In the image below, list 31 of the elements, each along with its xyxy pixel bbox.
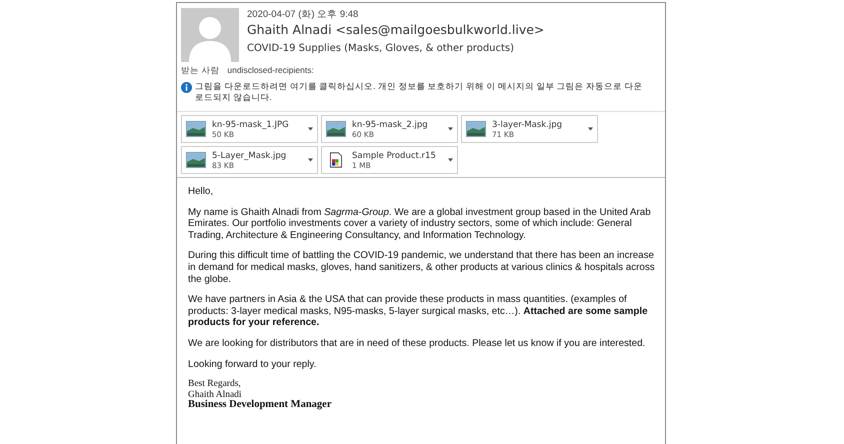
paragraph: My name is Ghaith Alnadi from Sagrma-Group. We are a global investment group based in the United Arab Emirates. Our portfolio investments cover a variety of industry sectors, some of which include: General Trading, Architecture & Engineering Consultancy, and Information Technology. (188, 206, 652, 242)
attachment-name: 5-Layer_Mask.jpg (212, 150, 288, 160)
signature-line: Ghaith Alnadi (188, 390, 242, 400)
caret-icon[interactable] (308, 158, 313, 162)
paragraph: Hello, (188, 186, 214, 198)
image-file-icon (186, 121, 206, 137)
signature-line: Business Development Manager (188, 400, 332, 411)
sender: Ghaith Alnadi <sales@mailgoesbulkworld.live> (247, 22, 544, 39)
paragraph: During this difficult time of battling the COVID-19 pandemic, we understand that there has been an increase in demand for medical masks, gloves, hand sanitizers, & other products at various clinics & hospitals across the globe. (188, 250, 656, 286)
attachment-name: 3-layer-Mask.jpg (492, 120, 564, 130)
caret-icon[interactable] (448, 127, 453, 131)
paragraph: We are looking for distributors that are in need of these products. Please let us know if you are interested. (188, 338, 646, 350)
info-message[interactable]: 그림을 다운로드하려면 여기를 클릭하십시오. 개인 정보를 보호하기 위해 이 메시지의 일부 그림은 자동으로 다운로드되지 않습니다. (195, 81, 645, 103)
info-icon (181, 82, 192, 93)
paragraph: Looking forward to your reply. (188, 358, 318, 370)
paragraph: We have partners in Asia & the USA that can provide these products in mass quantities. (examples of products: 3-layer medical masks, N95-masks, 5-layer surgical masks, etc…). Attached are some sample products for your reference. (188, 294, 649, 329)
attachment-name: kn-95-mask_1.JPG (212, 120, 290, 130)
caret-icon[interactable] (308, 127, 313, 131)
image-file-icon (326, 121, 346, 137)
to-label: 받는 사람 (181, 65, 220, 77)
recipients: undisclosed-recipients: (227, 65, 314, 77)
attachment-name: Sample Product.r15 (352, 150, 437, 160)
image-file-icon (186, 152, 206, 168)
image-file-icon (466, 121, 486, 137)
signature-line: Best Regards, (188, 379, 242, 390)
attachment-name: kn-95-mask_2.jpg (352, 120, 429, 130)
caret-icon[interactable] (448, 158, 453, 162)
caret-icon[interactable] (588, 127, 593, 131)
sent-date: 2020-04-07 (화) 오후 9:48 (247, 8, 360, 22)
subject: COVID-19 Supplies (Masks, Gloves, & other products) (247, 43, 516, 54)
avatar-icon (181, 8, 239, 62)
